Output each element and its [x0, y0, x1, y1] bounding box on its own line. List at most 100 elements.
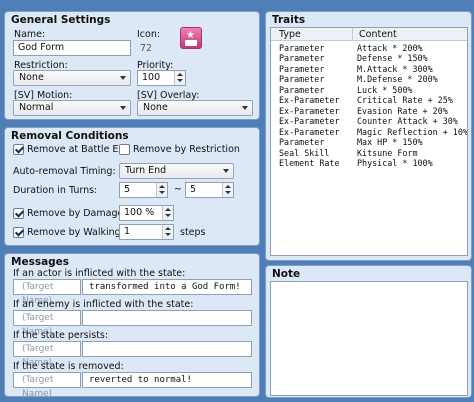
walking-steps-stepper[interactable]: 1: [119, 224, 174, 240]
walking-steps-value: 1: [124, 226, 131, 237]
table-row[interactable]: Parameter Defense * 150%: [271, 53, 467, 63]
duration-min-stepper[interactable]: 5: [119, 182, 168, 198]
sv-overlay-select[interactable]: None: [137, 100, 253, 116]
walking-steps-unit: steps: [180, 227, 206, 238]
auto-removal-timing-select[interactable]: Turn End: [119, 163, 234, 179]
trait-content: Defense * 150%: [357, 53, 428, 64]
trait-type: Parameter: [279, 137, 325, 148]
priority-spin-buttons[interactable]: [174, 71, 185, 85]
table-row[interactable]: Seal Skill Kitsune Form: [271, 148, 467, 158]
removed-message-label: If the state is removed:: [13, 361, 124, 372]
damage-spin-buttons[interactable]: [162, 206, 173, 220]
trait-content: Evasion Rate + 20%: [357, 105, 448, 116]
remove-by-walking-checkbox[interactable]: [13, 227, 24, 238]
chevron-down-icon: [120, 76, 126, 80]
table-row[interactable]: Ex-Parameter Counter Attack + 30%: [271, 116, 467, 126]
walking-spin-buttons[interactable]: [162, 225, 173, 239]
trait-type: Ex-Parameter: [279, 116, 340, 127]
spin-down-icon: [165, 233, 171, 236]
actor-message-label: If an actor is inflicted with the state:: [13, 268, 186, 279]
chevron-down-icon: [242, 106, 248, 110]
damage-percent-value: 100 %: [124, 207, 155, 218]
general-settings-title: General Settings: [11, 14, 111, 26]
spin-up-icon: [159, 185, 165, 188]
table-row[interactable]: Ex-Parameter Evasion Rate + 20%: [271, 106, 467, 116]
traits-col-type[interactable]: Type: [271, 28, 353, 41]
trait-type: Ex-Parameter: [279, 95, 340, 106]
removed-message-input[interactable]: reverted to normal!: [82, 372, 252, 388]
enemy-message-input[interactable]: [82, 310, 252, 326]
trait-type: Parameter: [279, 63, 325, 74]
restriction-value: None: [19, 72, 44, 83]
chevron-down-icon: [223, 169, 229, 173]
trait-content: Luck * 500%: [357, 84, 413, 95]
table-row[interactable]: Ex-Parameter Magic Reflection + 10%: [271, 127, 467, 137]
sv-motion-value: Normal: [19, 102, 54, 113]
note-textarea[interactable]: [270, 281, 468, 396]
trait-type: Parameter: [279, 74, 325, 85]
star-badge-icon[interactable]: ★: [180, 27, 202, 49]
trait-type: Parameter: [279, 84, 325, 95]
enemy-target-name: (Target Name): [13, 310, 81, 337]
trait-content: Counter Attack + 30%: [357, 116, 458, 127]
duration-separator: ~: [174, 184, 182, 195]
priority-stepper[interactable]: 100: [137, 70, 186, 86]
traits-col-content[interactable]: Content: [353, 28, 467, 41]
duration-max-stepper[interactable]: 5: [185, 182, 234, 198]
table-row[interactable]: Parameter M.Attack * 300%: [271, 64, 467, 74]
remove-by-restriction-label[interactable]: Remove by Restriction: [133, 144, 240, 155]
priority-value: 100: [142, 72, 161, 83]
remove-at-battle-end-label[interactable]: Remove at Battle End: [27, 144, 130, 155]
trait-content: Attack * 200%: [357, 43, 423, 53]
damage-percent-stepper[interactable]: 100 %: [119, 205, 174, 221]
trait-content: M.Defense * 200%: [357, 74, 438, 85]
traits-title: Traits: [272, 14, 306, 26]
auto-removal-timing-value: Turn End: [125, 165, 167, 176]
remove-by-damage-checkbox[interactable]: [13, 208, 24, 219]
removal-conditions-title: Removal Conditions: [11, 130, 129, 142]
removed-target-name: (Target Name): [13, 372, 81, 399]
duration-min-value: 5: [124, 184, 131, 195]
table-row[interactable]: Parameter Max HP * 150%: [271, 137, 467, 147]
remove-by-restriction-checkbox[interactable]: [119, 144, 130, 155]
name-label: Name:: [14, 29, 46, 40]
chevron-down-icon: [120, 106, 126, 110]
table-row[interactable]: Ex-Parameter Critical Rate + 25%: [271, 95, 467, 105]
trait-type: Ex-Parameter: [279, 105, 340, 116]
persist-target-name: (Target Name): [13, 341, 81, 368]
traits-list[interactable]: Type Content Parameter Attack * 200% Param…: [270, 27, 468, 256]
icon-index: 72: [140, 43, 153, 54]
table-row[interactable]: Parameter Luck * 500%: [271, 85, 467, 95]
name-input[interactable]: God Form: [13, 40, 131, 56]
enemy-message-label: If an enemy is inflicted with the state:: [13, 299, 194, 310]
trait-type: Ex-Parameter: [279, 126, 340, 137]
trait-type: Element Rate: [279, 157, 340, 168]
remove-by-damage-label[interactable]: Remove by Damage: [27, 208, 123, 219]
remove-by-walking-label[interactable]: Remove by Walking: [27, 227, 121, 238]
restriction-select[interactable]: None: [13, 70, 131, 86]
icon-label: Icon:: [137, 29, 161, 40]
trait-content: M.Attack * 300%: [357, 63, 433, 74]
duration-max-value: 5: [190, 184, 197, 195]
duration-label: Duration in Turns:: [13, 185, 98, 196]
remove-at-battle-end-checkbox[interactable]: [13, 144, 24, 155]
persist-message-label: If the state persists:: [13, 330, 109, 341]
table-row[interactable]: Parameter Attack * 200%: [271, 43, 467, 53]
persist-message-input[interactable]: [82, 341, 252, 357]
trait-content: Kitsune Form: [357, 147, 418, 158]
spin-up-icon: [177, 73, 183, 76]
sv-overlay-value: None: [143, 102, 168, 113]
trait-type: Parameter: [279, 53, 325, 64]
actor-message-input[interactable]: transformed into a God Form!: [82, 279, 252, 295]
duration-max-spin-buttons[interactable]: [222, 183, 233, 197]
icon-tag: [185, 40, 197, 46]
sv-motion-select[interactable]: Normal: [13, 100, 131, 116]
table-row[interactable]: Parameter M.Defense * 200%: [271, 74, 467, 84]
spin-up-icon: [165, 208, 171, 211]
note-title: Note: [272, 268, 301, 280]
table-row[interactable]: Element Rate Physical * 100%: [271, 158, 467, 168]
duration-min-spin-buttons[interactable]: [156, 183, 167, 197]
auto-removal-timing-label: Auto-removal Timing:: [13, 166, 116, 177]
spin-up-icon: [165, 227, 171, 230]
spin-down-icon: [177, 79, 183, 82]
